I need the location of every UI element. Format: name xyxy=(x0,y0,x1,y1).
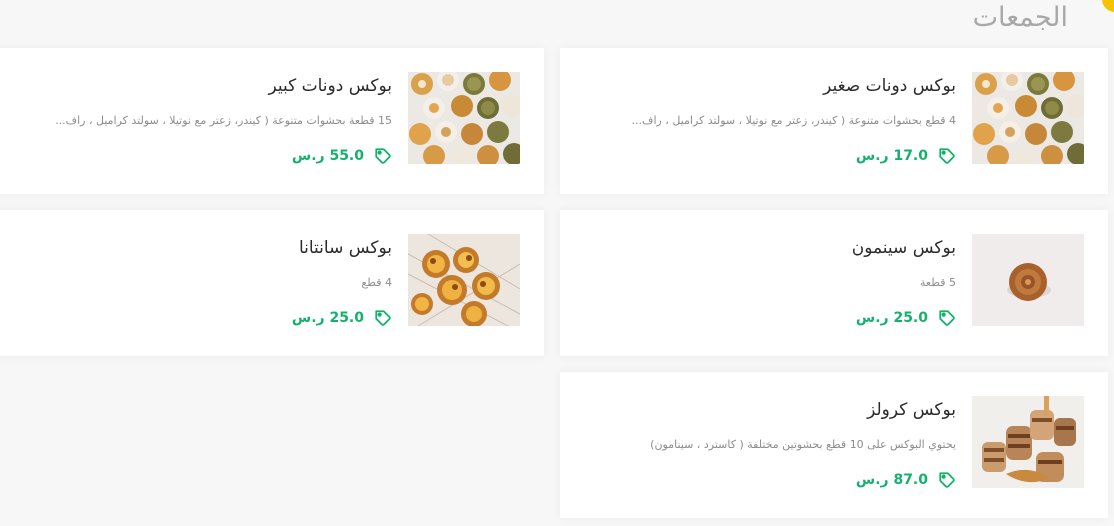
price-value: 17.0 ر.س xyxy=(855,148,928,164)
product-description: يحتوي البوكس على 10 قطع بحشوتين مختلفة (… xyxy=(650,438,956,451)
product-description: 4 قطع xyxy=(361,276,392,289)
product-card-cinnamon[interactable]: بوكس سينمون 5 قطعة 25.0 ر.س xyxy=(560,210,1108,356)
product-image-cruffins xyxy=(972,396,1084,488)
price-tag-icon xyxy=(375,310,391,326)
product-card-santana[interactable]: بوكس سانتانا 4 قطع 25.0 ر.س xyxy=(0,210,544,356)
product-card-small-donuts[interactable]: بوكس دونات صغير 4 قطع بحشوات متنوعة ( كي… xyxy=(560,48,1108,194)
price-tag-icon xyxy=(375,148,391,164)
section-title: الجمعات xyxy=(972,2,1068,33)
product-price: 17.0 ر.س xyxy=(856,147,956,165)
price-value: 87.0 ر.س xyxy=(855,472,928,488)
product-image-mini-donuts xyxy=(408,72,520,164)
product-price: 55.0 ر.س xyxy=(292,147,392,165)
price-tag-icon xyxy=(939,148,955,164)
price-value: 25.0 ر.س xyxy=(291,310,364,326)
product-image-custard-tarts xyxy=(408,234,520,326)
product-card-cruffins[interactable]: بوكس كرولز يحتوي البوكس على 10 قطع بحشوت… xyxy=(560,372,1108,518)
product-image-cinnamon-roll xyxy=(972,234,1084,326)
product-name: بوكس كرولز xyxy=(867,400,956,420)
product-description: 15 قطعة بحشوات متنوعة ( كيندر، زعتر مع ن… xyxy=(55,114,392,127)
price-value: 55.0 ر.س xyxy=(291,148,364,164)
product-description: 5 قطعة xyxy=(920,276,956,289)
product-name: بوكس سينمون xyxy=(851,238,956,258)
product-price: 25.0 ر.س xyxy=(292,309,392,327)
product-card-large-donuts[interactable]: بوكس دونات كبير 15 قطعة بحشوات متنوعة ( … xyxy=(0,48,544,194)
product-price: 25.0 ر.س xyxy=(856,309,956,327)
product-name: بوكس دونات كبير xyxy=(268,76,392,96)
product-name: بوكس سانتانا xyxy=(298,238,392,258)
product-image-mini-donuts xyxy=(972,72,1084,164)
price-value: 25.0 ر.س xyxy=(855,310,928,326)
notification-badge xyxy=(1102,0,1114,12)
price-tag-icon xyxy=(939,472,955,488)
product-price: 87.0 ر.س xyxy=(856,471,956,489)
product-name: بوكس دونات صغير xyxy=(823,76,956,96)
product-description: 4 قطع بحشوات متنوعة ( كيندر، زعتر مع نوت… xyxy=(631,114,956,127)
price-tag-icon xyxy=(939,310,955,326)
